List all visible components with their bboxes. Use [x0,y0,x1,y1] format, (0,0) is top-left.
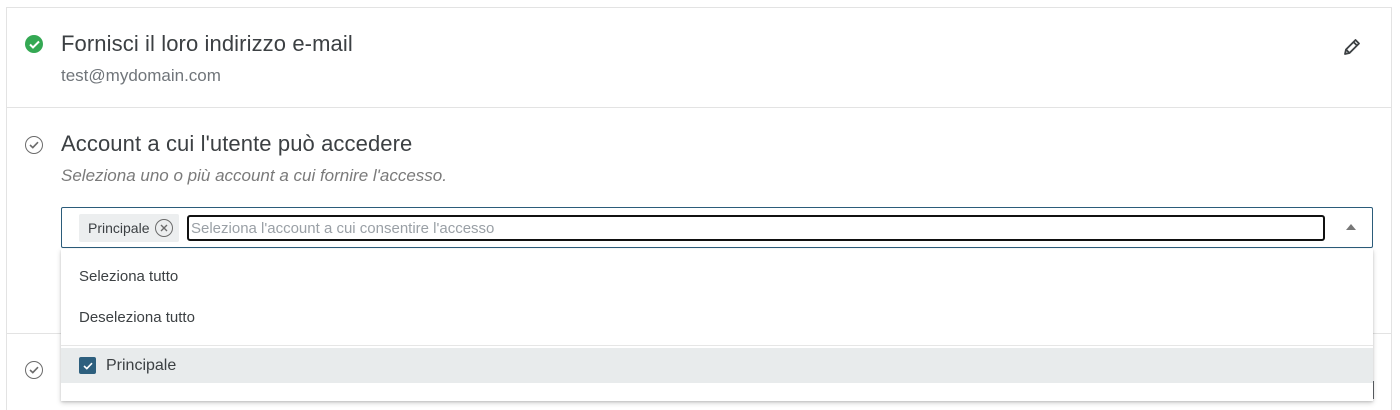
close-icon [160,224,168,232]
step-2-hint: Seleziona uno o più account a cui fornir… [61,166,447,185]
check-icon [82,362,93,370]
collapse-dropdown-icon[interactable] [1346,224,1356,230]
step-1-email: test@mydomain.com [61,66,221,85]
select-all-button[interactable]: Seleziona tutto [79,268,178,285]
edit-email-button[interactable] [1340,35,1364,59]
chip-label: Principale [88,220,150,236]
account-search-input[interactable] [187,215,1325,241]
checkbox-checked[interactable] [79,357,96,374]
step-1-title: Fornisci il loro indirizzo e-mail [61,31,353,56]
dropdown-divider [61,345,1373,346]
option-label: Principale [106,356,177,374]
check-circle-outline-icon [25,361,43,379]
pencil-icon [1344,39,1360,55]
section-divider [7,107,1391,108]
check-circle-outline-icon [25,136,43,154]
check-circle-filled-icon [25,35,43,53]
selected-account-chip: Principale [79,214,180,242]
deselect-all-button[interactable]: Deseleziona tutto [79,309,195,326]
step-2-title: Account a cui l'utente può accedere [61,131,413,156]
account-multiselect[interactable]: Principale [61,207,1373,248]
remove-chip-button[interactable] [155,219,174,237]
account-dropdown: Seleziona tutto Deseleziona tutto Princi… [61,249,1373,401]
dropdown-option-principale[interactable]: Principale [61,348,1373,383]
